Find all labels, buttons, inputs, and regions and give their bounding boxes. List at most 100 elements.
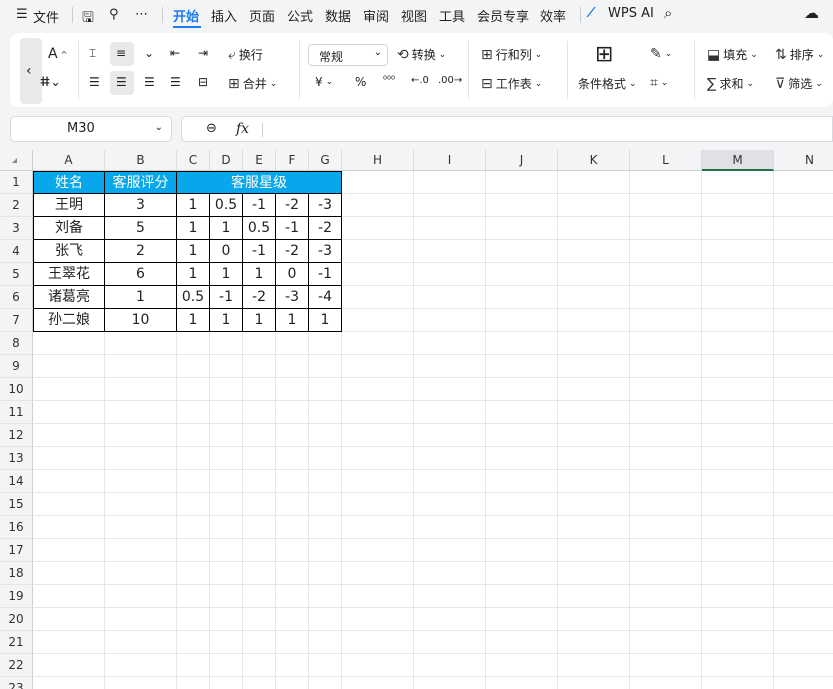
cell-k5[interactable] [558, 263, 630, 286]
cell-i15[interactable] [414, 493, 486, 516]
cell-e12[interactable] [243, 424, 276, 447]
sort-button[interactable]: ⇅ 排序 ⌄ [775, 46, 824, 63]
column-header-m[interactable]: M [702, 150, 774, 171]
column-header-n[interactable]: N [774, 150, 833, 171]
star-cell[interactable]: 0.5 [210, 194, 243, 217]
cell-f11[interactable] [276, 401, 309, 424]
cell-f16[interactable] [276, 516, 309, 539]
star-cell[interactable]: 0.5 [177, 286, 210, 309]
chevron-left-icon[interactable]: ‹ [26, 63, 32, 79]
cell-g9[interactable] [309, 355, 342, 378]
score-cell[interactable]: 3 [105, 194, 177, 217]
column-header-h[interactable]: H [342, 150, 414, 171]
cell-d17[interactable] [210, 539, 243, 562]
cell-f10[interactable] [276, 378, 309, 401]
star-cell[interactable]: 0 [210, 240, 243, 263]
tab-home[interactable]: 开始 [173, 6, 199, 25]
cell-d21[interactable] [210, 631, 243, 654]
row-header-19[interactable]: 19 [0, 585, 33, 608]
cell-l7[interactable] [630, 309, 702, 332]
cell-e15[interactable] [243, 493, 276, 516]
tab-efficiency[interactable]: 效率 [540, 6, 566, 25]
column-header-j[interactable]: J [486, 150, 558, 171]
wrap-text-button[interactable]: ⤶ 换行 [228, 46, 263, 63]
cell-h16[interactable] [342, 516, 414, 539]
select-all-corner[interactable] [0, 150, 33, 171]
cell-b8[interactable] [105, 332, 177, 355]
cell-h20[interactable] [342, 608, 414, 631]
row-header-7[interactable]: 7 [0, 309, 33, 332]
star-cell[interactable]: 1 [276, 309, 309, 332]
cell-b20[interactable] [105, 608, 177, 631]
cell-l2[interactable] [630, 194, 702, 217]
search-icon[interactable]: ⌕ [664, 4, 672, 22]
format-painter-icon[interactable]: ⚲ [109, 7, 119, 22]
cell-e8[interactable] [243, 332, 276, 355]
cell-d10[interactable] [210, 378, 243, 401]
cell-b18[interactable] [105, 562, 177, 585]
cell-k4[interactable] [558, 240, 630, 263]
cell-m2[interactable] [702, 194, 774, 217]
cell-b9[interactable] [105, 355, 177, 378]
column-header-f[interactable]: F [276, 150, 309, 171]
conditional-format-icon[interactable]: ⊞ [595, 42, 613, 67]
column-header-k[interactable]: K [558, 150, 630, 171]
tab-page[interactable]: 页面 [249, 6, 275, 25]
cell-m3[interactable] [702, 217, 774, 240]
cell-h22[interactable] [342, 654, 414, 677]
wps-ai-button[interactable]: WPS AI [608, 6, 654, 21]
cell-n10[interactable] [774, 378, 833, 401]
cell-i21[interactable] [414, 631, 486, 654]
cell-h2[interactable] [342, 194, 414, 217]
row-header-1[interactable]: 1 [0, 171, 33, 194]
cell-m6[interactable] [702, 286, 774, 309]
cell-b22[interactable] [105, 654, 177, 677]
cell-n5[interactable] [774, 263, 833, 286]
cell-b14[interactable] [105, 470, 177, 493]
row-header-8[interactable]: 8 [0, 332, 33, 355]
cell-e17[interactable] [243, 539, 276, 562]
cell-j19[interactable] [486, 585, 558, 608]
cell-k19[interactable] [558, 585, 630, 608]
wps-ai-icon[interactable]: ⁄ [590, 6, 592, 21]
fill-button[interactable]: ⬓ 填充 ⌄ [707, 46, 758, 63]
cell-k23[interactable] [558, 677, 630, 689]
star-cell[interactable]: 1 [177, 217, 210, 240]
cell-h7[interactable] [342, 309, 414, 332]
cell-c14[interactable] [177, 470, 210, 493]
row-header-18[interactable]: 18 [0, 562, 33, 585]
name-cell[interactable]: 张飞 [33, 240, 105, 263]
row-header-17[interactable]: 17 [0, 539, 33, 562]
cell-n17[interactable] [774, 539, 833, 562]
cell-n9[interactable] [774, 355, 833, 378]
cell-f18[interactable] [276, 562, 309, 585]
star-cell[interactable]: 0.5 [243, 217, 276, 240]
row-header-2[interactable]: 2 [0, 194, 33, 217]
cell-i10[interactable] [414, 378, 486, 401]
cell-n8[interactable] [774, 332, 833, 355]
cell-n22[interactable] [774, 654, 833, 677]
cell-k1[interactable] [558, 171, 630, 194]
cell-f9[interactable] [276, 355, 309, 378]
cell-a16[interactable] [33, 516, 105, 539]
cell-c17[interactable] [177, 539, 210, 562]
cell-e11[interactable] [243, 401, 276, 424]
cell-m20[interactable] [702, 608, 774, 631]
cell-g8[interactable] [309, 332, 342, 355]
cell-e21[interactable] [243, 631, 276, 654]
increase-decimal-icon[interactable]: ←.0 [411, 75, 429, 86]
cell-b15[interactable] [105, 493, 177, 516]
score-cell[interactable]: 6 [105, 263, 177, 286]
row-header-20[interactable]: 20 [0, 608, 33, 631]
cell-h15[interactable] [342, 493, 414, 516]
currency-button[interactable]: ¥ ⌄ [315, 75, 333, 89]
cell-m23[interactable] [702, 677, 774, 689]
star-cell[interactable]: -3 [309, 240, 342, 263]
conditional-format-button[interactable]: 条件格式 ⌄ [578, 75, 637, 92]
worksheet-button[interactable]: ⊟ 工作表 ⌄ [481, 75, 542, 92]
column-header-i[interactable]: I [414, 150, 486, 171]
merge-button[interactable]: ⊞ 合并 ⌄ [228, 75, 277, 92]
cell-j3[interactable] [486, 217, 558, 240]
row-header-3[interactable]: 3 [0, 217, 33, 240]
cell-l22[interactable] [630, 654, 702, 677]
